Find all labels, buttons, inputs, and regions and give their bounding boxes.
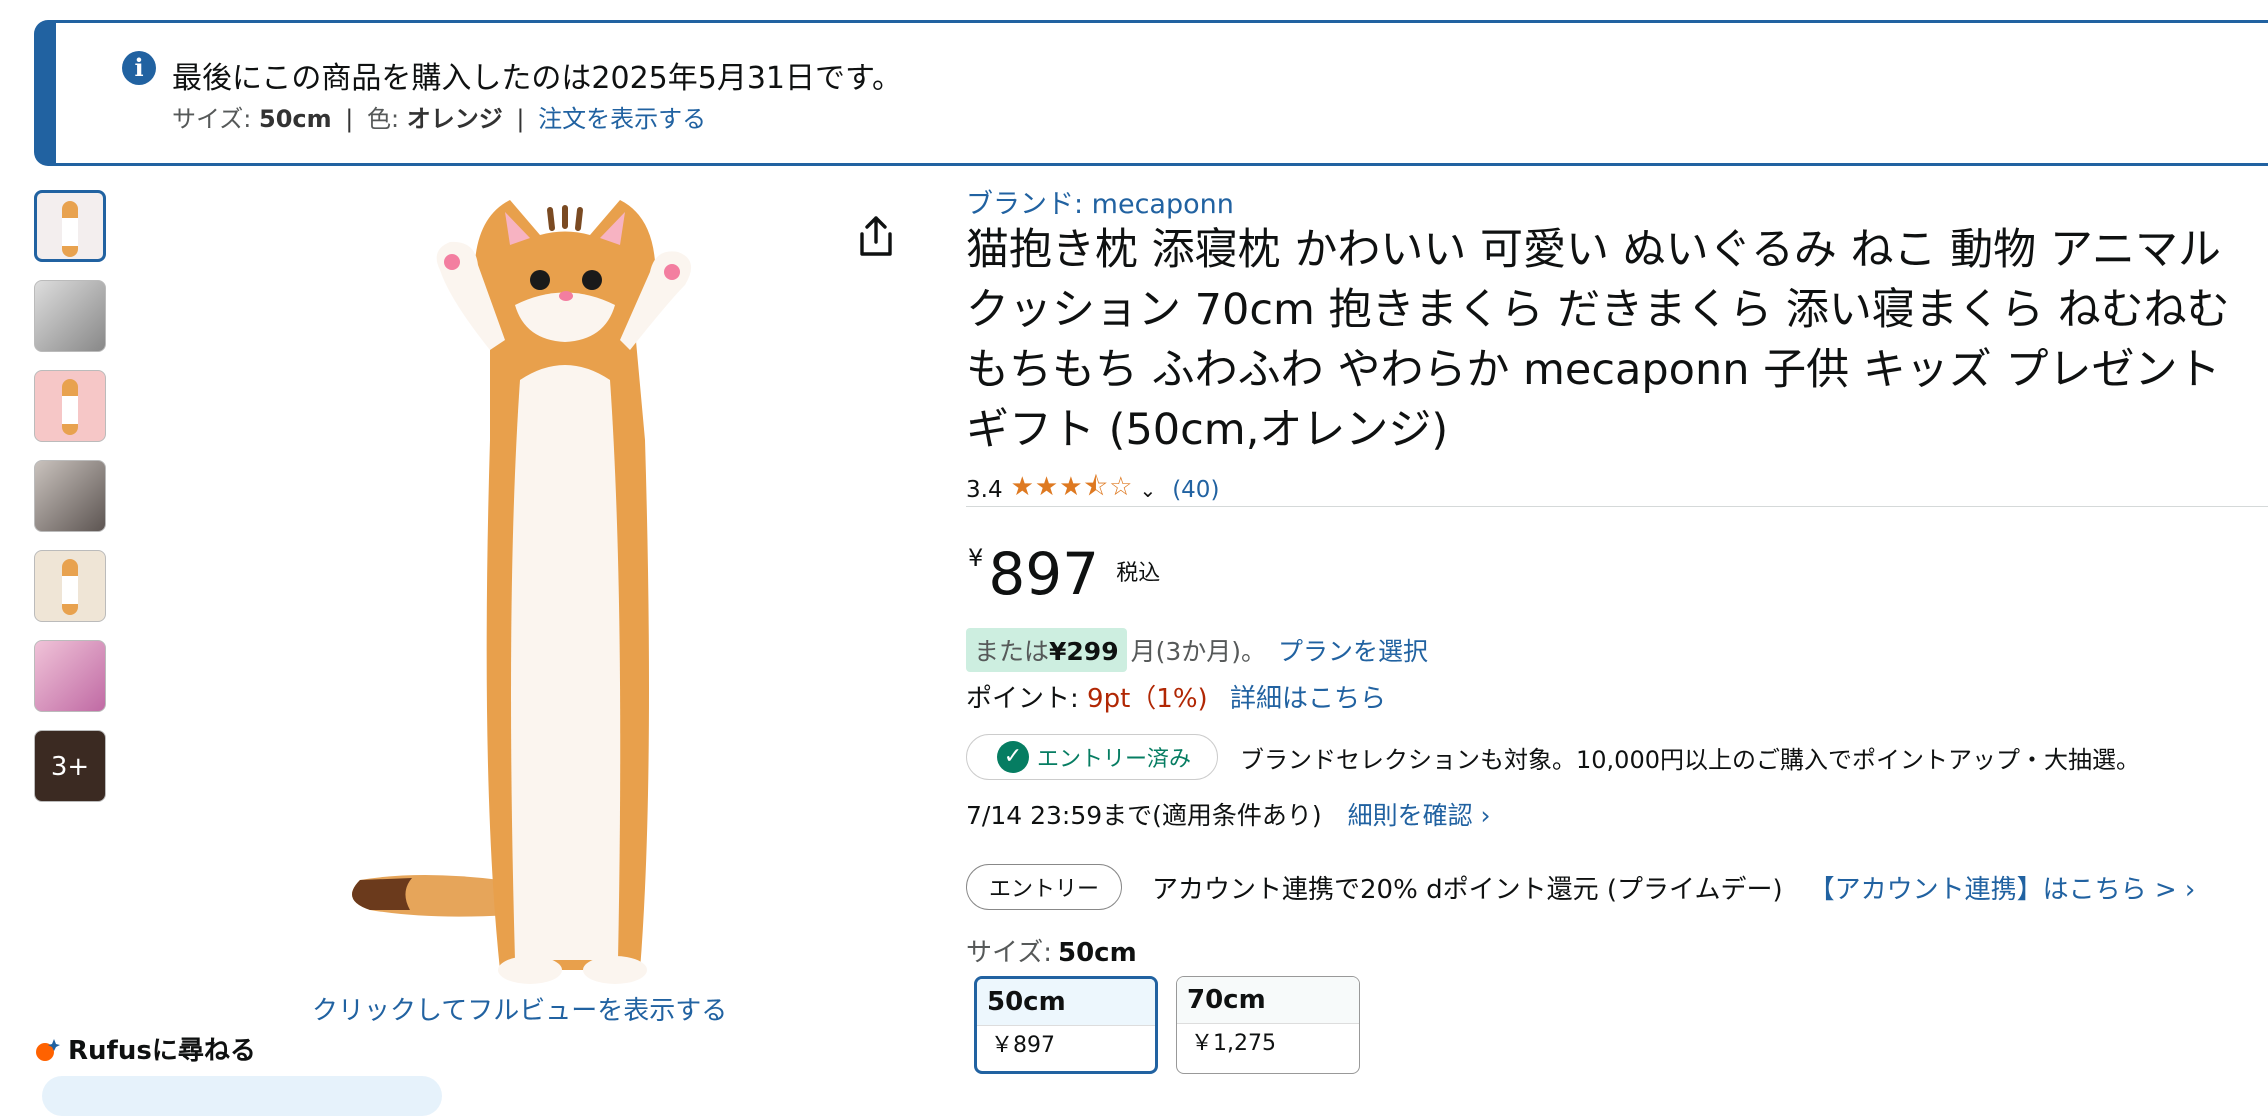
points-value: 9pt（1%) (1087, 684, 1208, 714)
size-option-70cm[interactable]: 70cm ￥1,275 (1176, 976, 1360, 1074)
select-plan-link[interactable]: プランを選択 (1278, 632, 1428, 668)
price-block: ¥ 897 税込 (968, 540, 1160, 608)
banner-size-label: サイズ: (172, 105, 252, 133)
chevron-down-icon[interactable]: ⌄ (1139, 478, 1156, 502)
size-option-name: 70cm (1177, 977, 1359, 1024)
purchase-history-banner: i 最後にこの商品を購入したのは2025年5月31日です。 サイズ: 50cm … (34, 20, 2268, 166)
share-icon[interactable] (856, 214, 896, 258)
thumbnail-2[interactable] (34, 280, 106, 352)
thumbnail-5[interactable] (34, 550, 106, 622)
promo-deadline-row: 7/14 23:59まで(適用条件あり) 細則を確認 › (966, 796, 1491, 832)
rufus-question-chip[interactable] (42, 1076, 442, 1116)
size-option-price: ￥897 (991, 1033, 1055, 1058)
banner-separator-2: | (516, 105, 525, 133)
entered-badge: ✓ エントリー済み (966, 734, 1219, 780)
installment-amount: ¥299 (1049, 637, 1119, 666)
account-link-description: アカウント連携で20% dポイント還元 (プライムデー) (1152, 874, 1783, 905)
rating-count-link[interactable]: (40) (1172, 477, 1219, 503)
size-option-name: 50cm (977, 979, 1155, 1026)
banner-separator: | (345, 105, 354, 133)
points-row: ポイント: 9pt（1%) 詳細はこちら (966, 678, 1386, 715)
thumbnail-6[interactable] (34, 640, 106, 712)
tax-label: 税込 (1116, 561, 1161, 586)
promo-rules-link[interactable]: 細則を確認 › (1348, 801, 1491, 830)
banner-color-value: オレンジ (406, 105, 503, 133)
promo-entered-row: ✓ エントリー済み ブランドセレクションも対象。10,000円以上のご購入でポイ… (966, 734, 2140, 780)
account-link-promo-row: エントリー アカウント連携で20% dポイント還元 (プライムデー) 【アカウン… (966, 864, 2195, 910)
full-view-link[interactable]: クリックしてフルビューを表示する (312, 990, 727, 1027)
size-option-50cm[interactable]: 50cm ￥897 (974, 976, 1158, 1074)
installment-suffix: 月(3か月)。 (1130, 637, 1267, 666)
thumbnail-3[interactable] (34, 370, 106, 442)
price-currency: ¥ (968, 544, 984, 572)
account-link-link[interactable]: 【アカウント連携】はこちら > › (1809, 869, 2196, 906)
promo-deadline: 7/14 23:59まで(適用条件あり) (966, 801, 1322, 830)
installment-badge: または¥299 (966, 628, 1127, 672)
points-details-link[interactable]: 詳細はこちら (1230, 684, 1386, 714)
info-icon: i (122, 51, 156, 85)
price-amount: 897 (988, 540, 1100, 608)
thumbnail-1[interactable] (34, 190, 106, 262)
check-icon: ✓ (997, 741, 1029, 773)
divider (966, 506, 2268, 507)
more-images-thumbnail[interactable]: 3+ (34, 730, 106, 802)
size-selected-value: 50cm (1057, 938, 1137, 968)
thumbnail-4[interactable] (34, 460, 106, 532)
banner-size-value: 50cm (259, 105, 332, 133)
banner-title: 最後にこの商品を購入したのは2025年5月31日です。 (172, 61, 903, 96)
banner-details: サイズ: 50cm | 色: オレンジ | 注文を表示する (172, 99, 706, 134)
size-option-price: ￥1,275 (1191, 1031, 1276, 1056)
entered-description: ブランドセレクションも対象。10,000円以上のご購入でポイントアップ・大抽選。 (1240, 745, 2140, 774)
installment-prefix: または (974, 637, 1050, 666)
rating-value: 3.4 (966, 477, 1003, 503)
rufus-heading: Rufusに尋ねる (34, 1030, 256, 1067)
rufus-icon (36, 1039, 60, 1061)
size-label-row: サイズ: 50cm (966, 932, 1137, 969)
main-product-image[interactable] (300, 180, 820, 1000)
entered-label: エントリー済み (1037, 747, 1192, 772)
installment-row: または¥299 月(3か月)。 プランを選択 (966, 628, 1428, 672)
product-title: 猫抱き枕 添寝枕 かわいい 可愛い ぬいぐるみ ねこ 動物 アニマル クッション… (966, 225, 2230, 455)
entry-button[interactable]: エントリー (966, 864, 1123, 910)
points-label: ポイント: (966, 684, 1079, 714)
size-label: サイズ: (966, 938, 1052, 968)
banner-color-label: 色: (367, 105, 400, 133)
view-order-link[interactable]: 注文を表示する (538, 105, 706, 133)
image-thumbnails: 3+ (34, 190, 110, 820)
rufus-label: Rufusに尋ねる (68, 1036, 256, 1066)
brand-link[interactable]: ブランド: mecaponn (966, 182, 1234, 221)
